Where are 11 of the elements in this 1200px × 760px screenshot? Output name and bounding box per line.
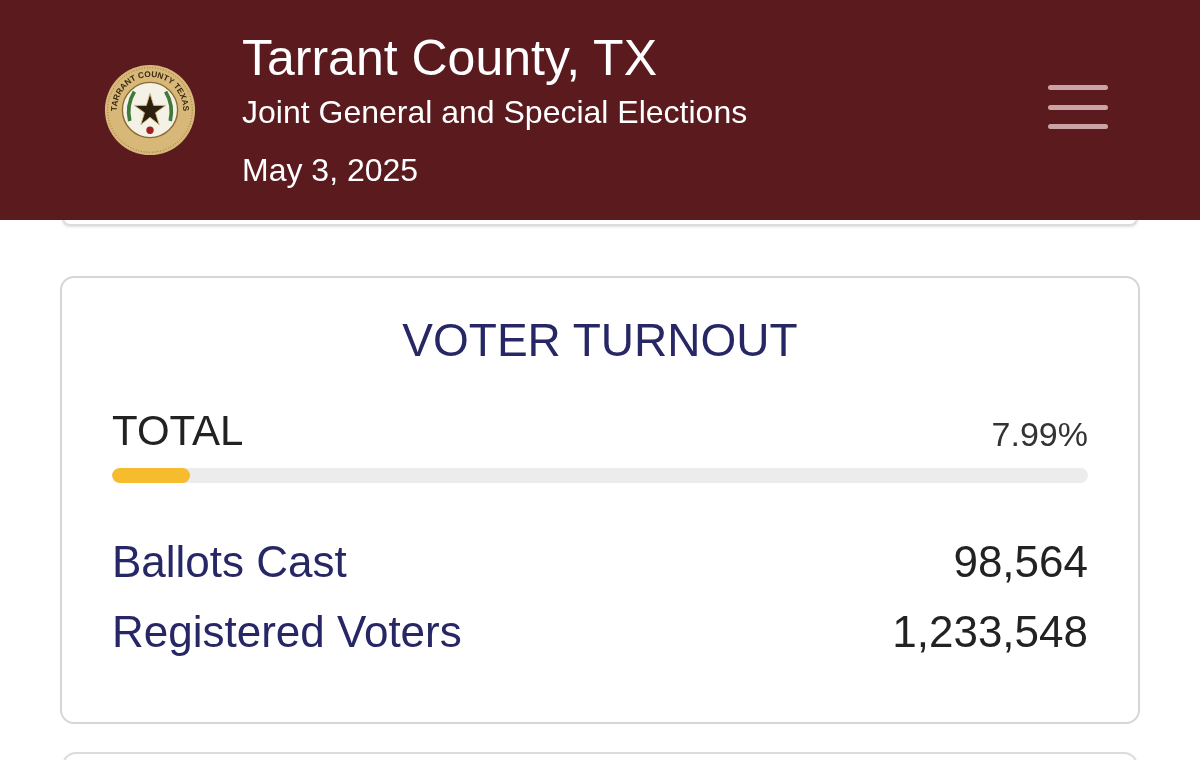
- total-percent: 7.99%: [991, 414, 1088, 455]
- card-title: VOTER TURNOUT: [401, 313, 799, 368]
- election-date: May 3, 2025: [242, 151, 420, 190]
- stat-value: 98,564: [953, 536, 1088, 588]
- stat-label: Ballots Cast: [112, 536, 347, 588]
- stat-value: 1,233,548: [892, 606, 1088, 658]
- menu-button[interactable]: [1048, 83, 1108, 131]
- total-label: TOTAL: [112, 406, 244, 456]
- county-title: Tarrant County, TX: [242, 29, 658, 88]
- election-name: Joint General and Special Elections: [242, 93, 749, 132]
- stat-label: Registered Voters: [112, 606, 462, 658]
